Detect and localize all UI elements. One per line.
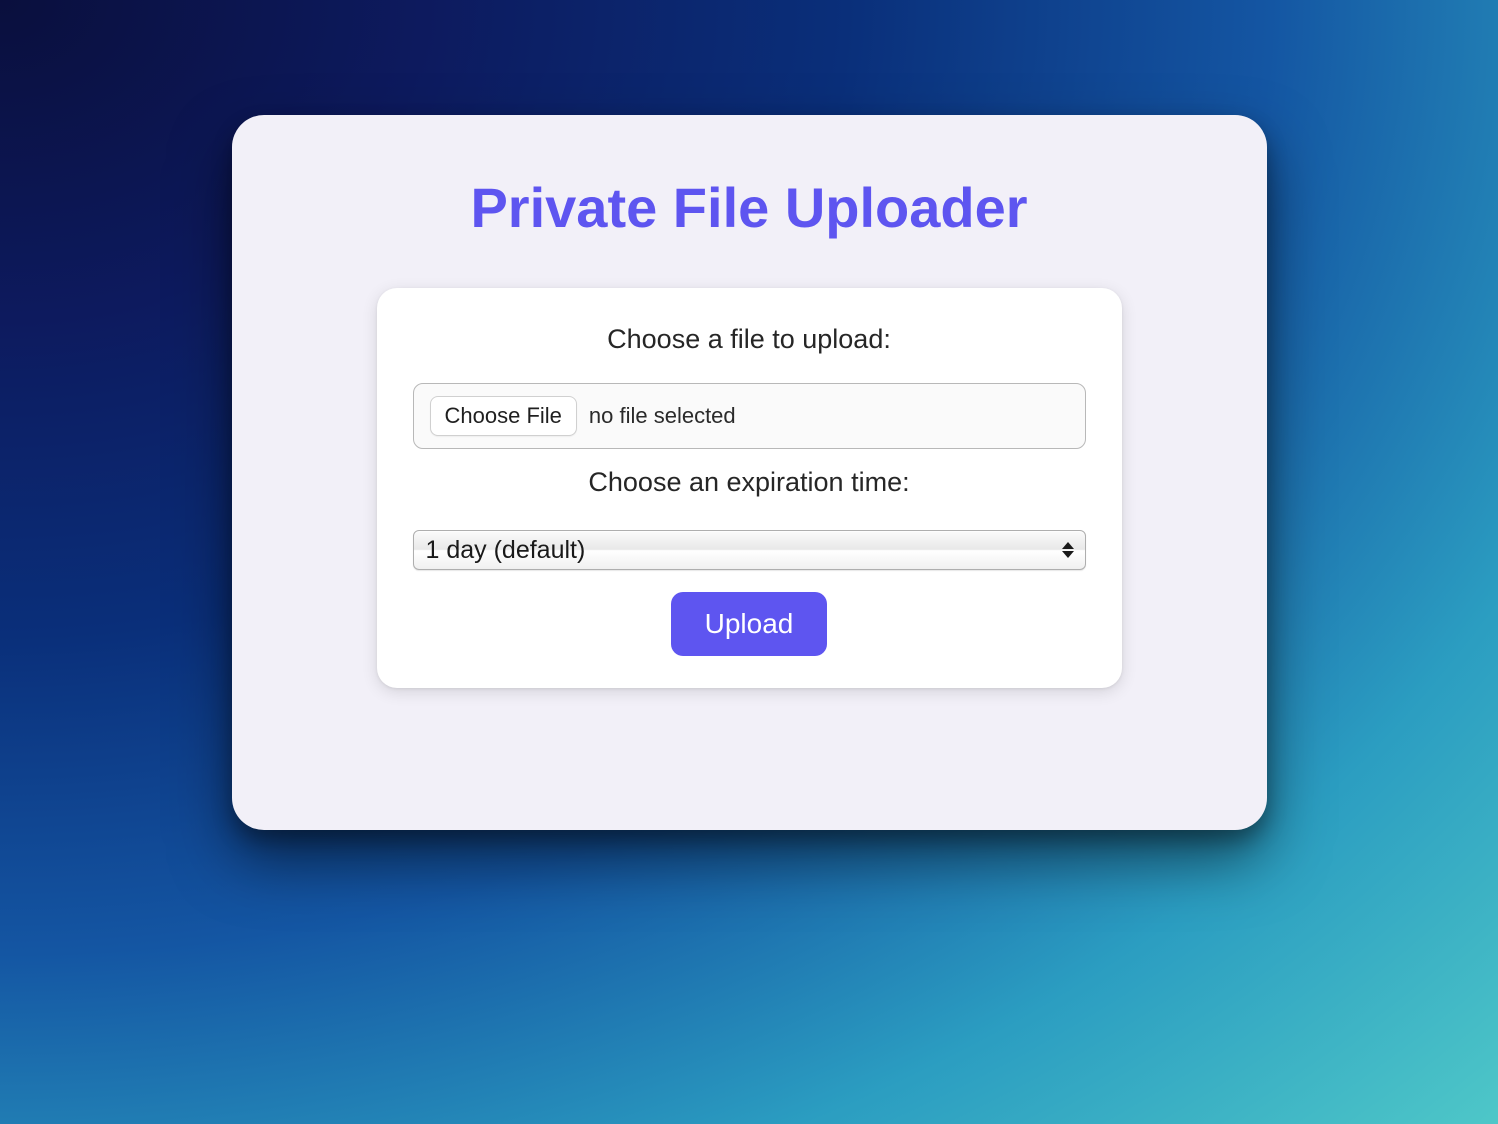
expiration-selected-value: 1 day (default) bbox=[426, 536, 586, 565]
file-selection-status: no file selected bbox=[589, 403, 736, 429]
upload-card: Choose a file to upload: Choose File no … bbox=[377, 288, 1122, 688]
expiration-select[interactable]: 1 day (default) bbox=[413, 530, 1086, 570]
expiration-label: Choose an expiration time: bbox=[413, 467, 1086, 498]
main-panel: Private File Uploader Choose a file to u… bbox=[232, 115, 1267, 830]
page-title: Private File Uploader bbox=[232, 175, 1267, 240]
choose-file-button[interactable]: Choose File bbox=[430, 396, 577, 436]
file-input[interactable]: Choose File no file selected bbox=[413, 383, 1086, 449]
file-upload-label: Choose a file to upload: bbox=[413, 324, 1086, 355]
upload-button[interactable]: Upload bbox=[671, 592, 828, 656]
